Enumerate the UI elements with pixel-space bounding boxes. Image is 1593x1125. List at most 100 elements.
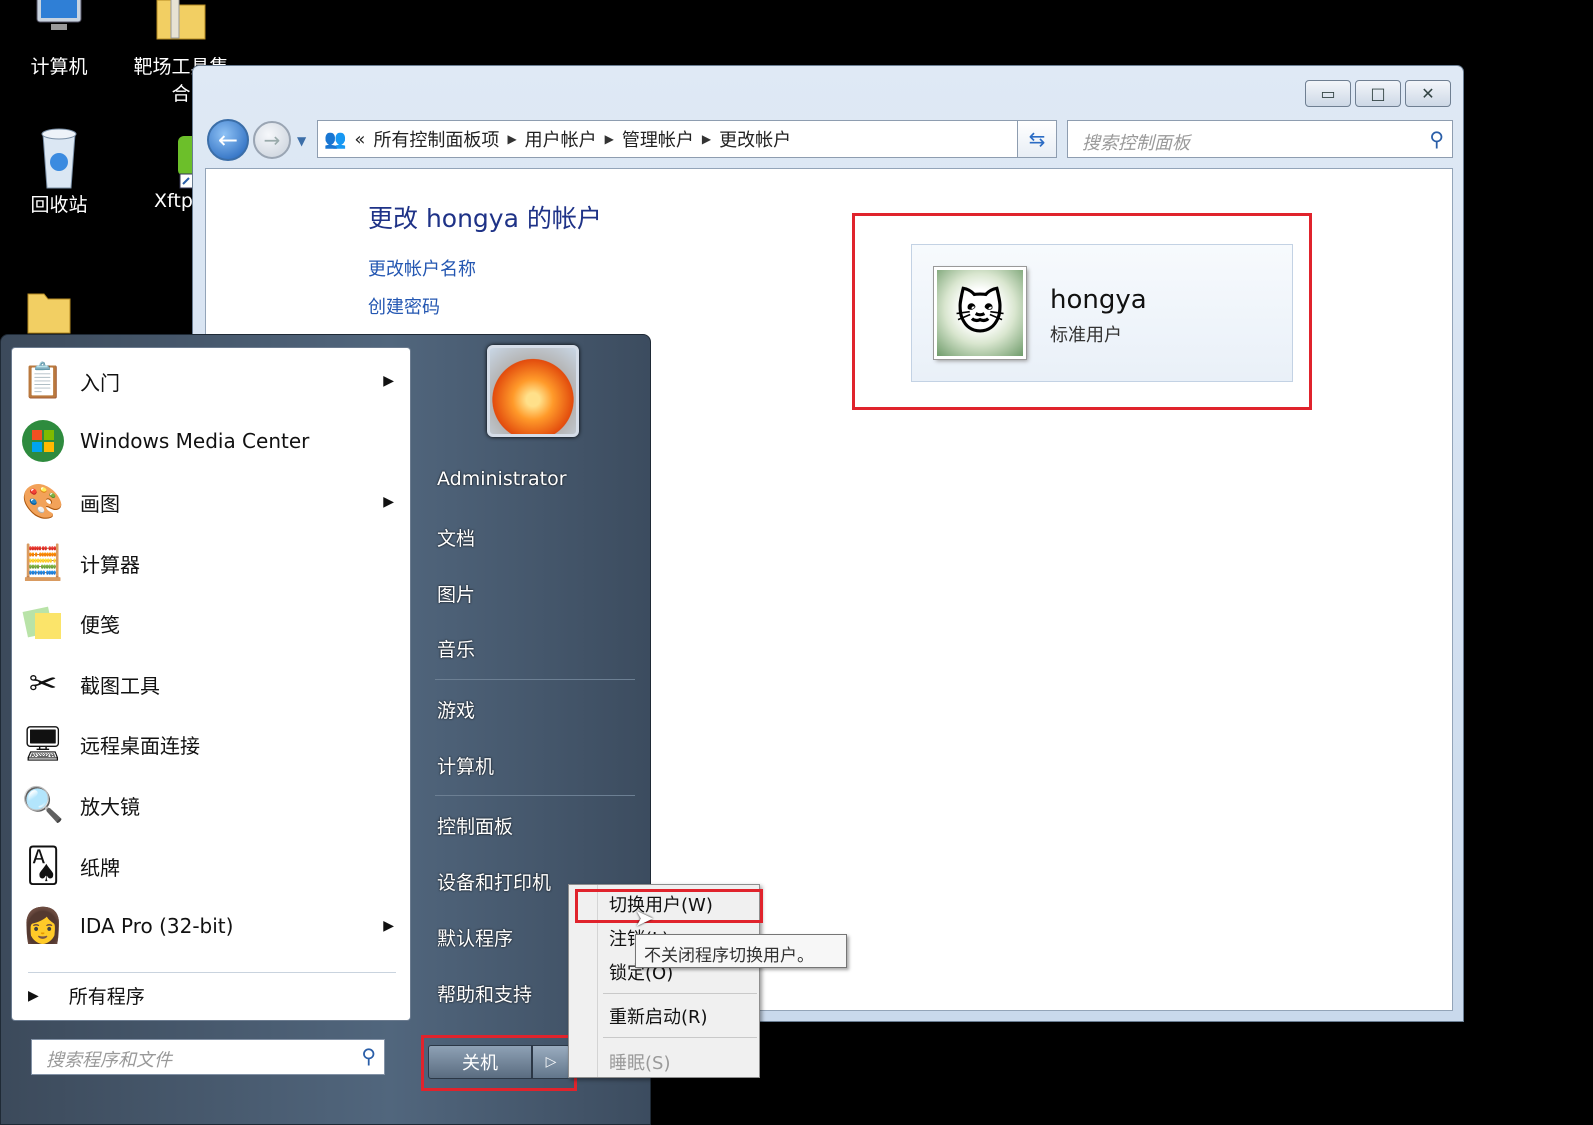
getting-started-icon: 📋 [21,361,65,401]
shutdown-button[interactable]: 关机 [428,1045,532,1079]
program-magnifier[interactable]: 🔍 放大镜 [18,776,404,834]
right-item-pictures[interactable]: 图片 [437,580,475,607]
back-button[interactable]: ← [207,119,249,161]
right-item-computer[interactable]: 计算机 [437,752,494,779]
program-calculator[interactable]: 🧮 计算器 [18,534,404,592]
account-type: 标准用户 [1050,325,1122,346]
user-picture-flower[interactable] [487,345,579,437]
menu-separator [603,1037,757,1038]
right-item-help-support[interactable]: 帮助和支持 [437,980,532,1007]
switch-user-tooltip: 不关闭程序切换用户。 [635,934,847,968]
program-ida-pro[interactable]: 👩 IDA Pro (32-bit) ▶ [18,897,404,955]
program-snipping-tool[interactable]: ✂ 截图工具 [18,655,404,713]
expand-arrow-icon: ▶ [28,987,39,1004]
breadcrumb-separator-icon[interactable]: ▶ [702,132,711,146]
program-remote-desktop[interactable]: 🖥 远程桌面连接 [18,715,404,773]
desktop-icon-recycle-bin[interactable]: 回收站 [4,124,114,217]
right-item-games[interactable]: 游戏 [437,696,475,723]
program-paint[interactable]: 🎨 画图 ▶ [18,473,404,531]
submenu-arrow-icon[interactable]: ▶ [383,373,394,389]
right-item-music[interactable]: 音乐 [437,635,475,662]
shutdown-submenu: 切换用户(W) 注销(L) 锁定(O) 重新启动(R) 睡眠(S) [568,884,763,1078]
submenu-arrow-icon[interactable]: ▶ [383,494,394,510]
all-programs-button[interactable]: ▶ 所有程序 [28,982,145,1009]
right-item-control-panel[interactable]: 控制面板 [437,812,513,839]
program-solitaire[interactable]: 🂡 纸牌 [18,837,404,895]
media-center-icon [18,416,68,466]
snipping-tool-icon: ✂ [28,664,58,704]
address-bar[interactable]: 👥 « 所有控制面板项 ▶ 用户帐户 ▶ 管理帐户 ▶ 更改帐户 ▼ [317,120,1055,158]
close-button[interactable]: ✕ [1405,80,1451,107]
start-search-input[interactable]: 搜索程序和文件 ⚲ [31,1039,385,1075]
remote-desktop-icon: 🖥 [21,724,65,764]
menu-item-restart[interactable]: 重新启动(R) [609,1003,708,1029]
page-title: 更改 hongya 的帐户 [368,204,602,233]
paint-icon: 🎨 [21,482,65,522]
program-label: IDA Pro (32-bit) [80,914,234,938]
breadcrumb-all-items[interactable]: 所有控制面板项 [373,126,499,152]
search-icon[interactable]: ⚲ [361,1044,376,1068]
recycle-bin-icon [29,124,89,189]
change-account-name-link[interactable]: 更改帐户名称 [368,255,476,281]
menu-item-sleep[interactable]: 睡眠(S) [609,1049,670,1075]
highlight-box-shutdown: 关机 ▷ [421,1035,577,1091]
highlight-box-switch-user [575,889,763,923]
refresh-icon: ⇆ [1028,127,1046,151]
breadcrumb-user-accounts[interactable]: 用户帐户 [525,126,597,152]
program-label: 放大镜 [80,794,140,819]
window-controls: ▭ □ ✕ [1305,80,1451,107]
desktop-icon-label: 回收站 [30,194,88,216]
program-sticky-notes[interactable]: 便笺 [18,594,404,652]
right-item-documents[interactable]: 文档 [437,524,475,551]
desktop-icon-computer[interactable]: 计算机 [4,0,114,79]
desktop-icon-label: 计算机 [30,56,88,78]
control-panel-search-input[interactable]: 搜索控制面板 ⚲ [1067,120,1453,158]
recent-pages-dropdown[interactable]: ▼ [297,134,311,148]
create-password-link[interactable]: 创建密码 [368,293,440,319]
folder-icon [151,0,211,46]
maximize-icon: □ [1370,84,1386,103]
magnifier-icon: 🔍 [21,785,65,825]
navigation-bar: ← → ▼ 👥 « 所有控制面板项 ▶ 用户帐户 ▶ 管理帐户 ▶ 更改帐户 ▼… [205,116,1453,161]
programs-separator [28,972,396,973]
breadcrumb-separator-icon[interactable]: ▶ [605,132,614,146]
desktop-folder-icon[interactable] [24,286,74,340]
program-label: 入门 [80,370,120,395]
start-menu: 📋 入门 ▶ Windows Media Center 🎨 画图 ▶ 🧮 计算器… [0,334,651,1125]
breadcrumb-overflow[interactable]: « [354,129,365,150]
chevron-right-icon: ▷ [545,1054,557,1070]
all-programs-label: 所有程序 [68,986,145,1008]
account-card: 🐱 hongya 标准用户 [911,244,1293,382]
highlight-box-account: 🐱 hongya 标准用户 [852,213,1312,410]
program-label: 截图工具 [80,673,160,698]
right-item-default-programs[interactable]: 默认程序 [437,924,513,951]
right-separator [435,679,635,680]
maximize-button[interactable]: □ [1355,80,1401,107]
right-separator [435,795,635,796]
control-panel-icon: 👥 [324,128,347,150]
breadcrumb-separator-icon[interactable]: ▶ [507,132,516,146]
search-icon[interactable]: ⚲ [1429,127,1444,151]
forward-button[interactable]: → [253,121,291,159]
minimize-icon: ▭ [1320,84,1336,103]
chevron-down-icon: ▼ [297,134,307,148]
program-label: 计算器 [80,552,140,577]
breadcrumb-manage-accounts[interactable]: 管理帐户 [622,126,694,152]
submenu-arrow-icon[interactable]: ▶ [383,918,394,934]
ida-pro-icon: 👩 [21,906,65,946]
program-label: 画图 [80,491,120,516]
menu-separator [603,993,757,994]
breadcrumb-change-account[interactable]: 更改帐户 [719,126,791,152]
right-item-devices-printers[interactable]: 设备和打印机 [437,868,551,895]
sticky-notes-icon [18,598,68,648]
right-item-administrator[interactable]: Administrator [437,468,567,490]
shutdown-options-button[interactable]: ▷ [532,1045,570,1079]
search-placeholder: 搜索程序和文件 [46,1050,172,1071]
program-getting-started[interactable]: 📋 入门 ▶ [18,352,404,410]
refresh-button[interactable]: ⇆ [1017,120,1057,158]
programs-pane: 📋 入门 ▶ Windows Media Center 🎨 画图 ▶ 🧮 计算器… [11,347,411,1021]
minimize-button[interactable]: ▭ [1305,80,1351,107]
program-media-center[interactable]: Windows Media Center [18,412,404,470]
search-placeholder: 搜索控制面板 [1082,133,1190,154]
forward-arrow-icon: → [263,128,281,152]
